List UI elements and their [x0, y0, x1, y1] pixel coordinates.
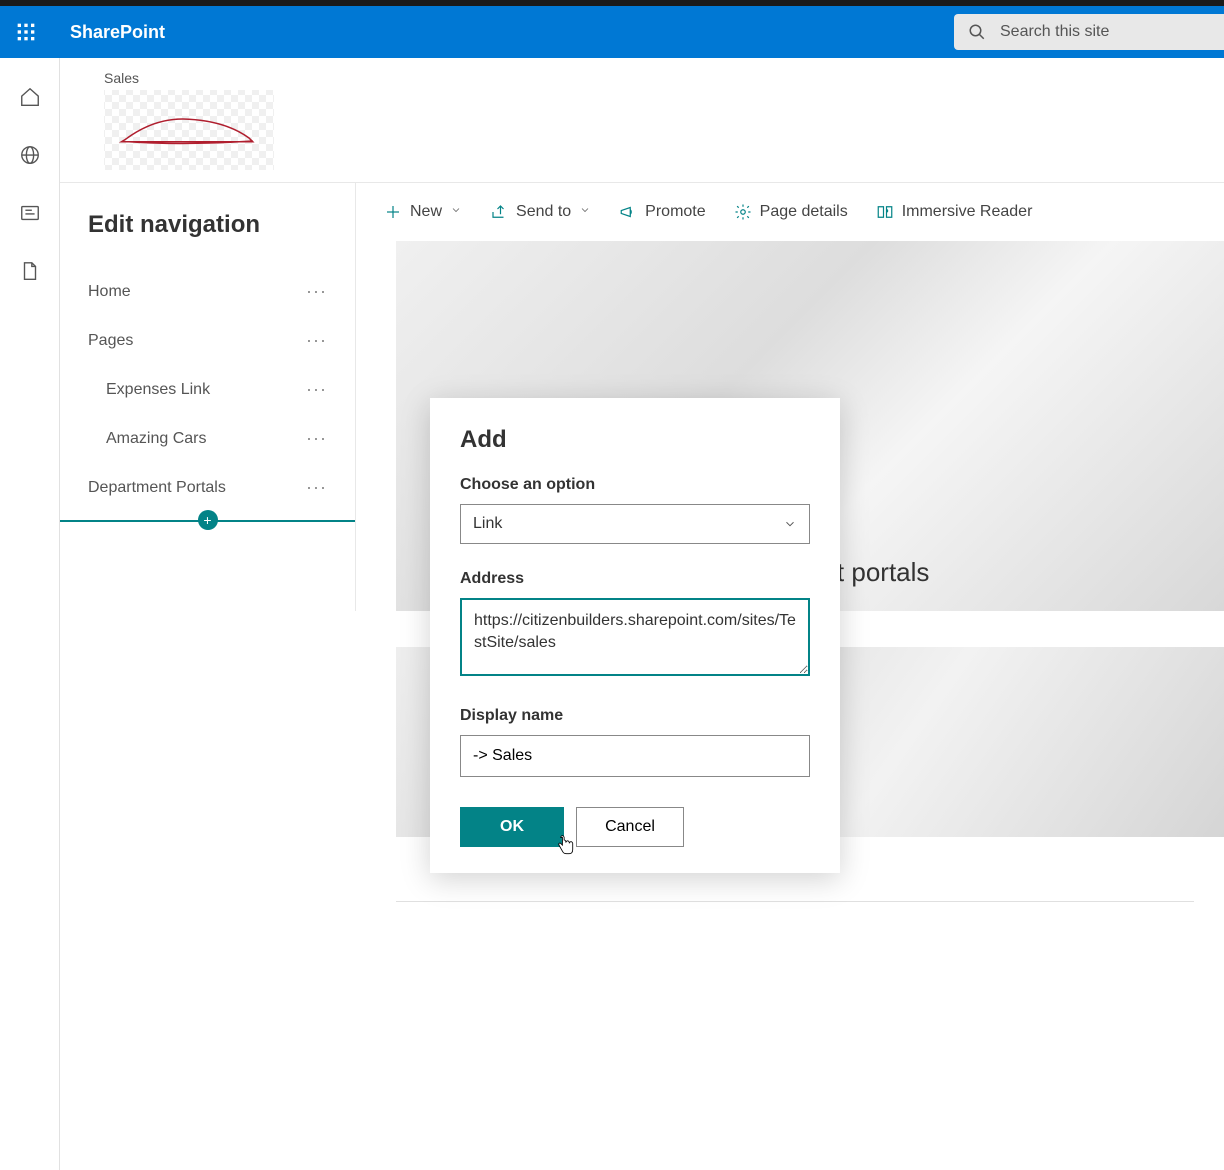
nav-item-home[interactable]: Home ··· [88, 267, 327, 316]
cmd-label: Send to [516, 203, 571, 221]
chevron-down-icon [579, 204, 591, 216]
nav-item-label: Home [88, 283, 131, 301]
promote-button[interactable]: Promote [619, 203, 705, 221]
globe-icon [19, 144, 41, 166]
command-bar: New Send to Promote Page details [356, 183, 1224, 241]
nav-item-label: Pages [88, 332, 133, 350]
search-icon [968, 23, 986, 41]
cmd-label: Immersive Reader [902, 203, 1033, 221]
plus-icon: + [198, 510, 218, 530]
new-button[interactable]: New [384, 203, 462, 221]
more-icon[interactable]: ··· [306, 330, 327, 351]
app-name: SharePoint [70, 22, 165, 43]
cmd-label: Promote [645, 203, 705, 221]
rail-global-button[interactable] [19, 144, 41, 166]
app-rail [0, 58, 60, 1170]
add-link-dialog: Add Choose an option Link Address Displa… [430, 398, 840, 873]
send-to-button[interactable]: Send to [490, 203, 591, 221]
rail-files-button[interactable] [19, 260, 41, 282]
plus-icon [384, 203, 402, 221]
option-label: Choose an option [460, 476, 810, 494]
file-icon [19, 260, 41, 282]
option-value: Link [473, 515, 502, 533]
more-icon[interactable]: ··· [306, 477, 327, 498]
more-icon[interactable]: ··· [306, 281, 327, 302]
more-icon[interactable]: ··· [306, 379, 327, 400]
dialog-title: Add [460, 426, 810, 454]
address-label: Address [460, 570, 810, 588]
suite-bar: SharePoint Search this site [0, 6, 1224, 58]
news-icon [19, 202, 41, 224]
nav-item-label: Amazing Cars [106, 430, 206, 448]
cmd-label: New [410, 203, 442, 221]
edit-navigation-panel: Edit navigation Home ··· Pages ··· Expen… [60, 183, 356, 611]
site-title: Sales [104, 70, 1224, 86]
site-logo[interactable] [104, 90, 274, 170]
nav-item-department-portals[interactable]: Department Portals ··· [88, 463, 327, 512]
site-header: Sales [60, 58, 1224, 183]
nav-item-label: Department Portals [88, 479, 226, 497]
cursor-icon [554, 834, 576, 863]
cmd-label: Page details [760, 203, 848, 221]
rail-news-button[interactable] [19, 202, 41, 224]
option-select[interactable]: Link [460, 504, 810, 544]
nav-item-amazing-cars[interactable]: Amazing Cars ··· [88, 414, 327, 463]
ok-button[interactable]: OK [460, 807, 564, 847]
car-logo-icon [114, 108, 264, 153]
divider [396, 901, 1194, 902]
immersive-reader-button[interactable]: Immersive Reader [876, 203, 1033, 221]
chevron-down-icon [783, 517, 797, 531]
reader-icon [876, 203, 894, 221]
app-launcher-button[interactable] [0, 6, 52, 58]
page-details-button[interactable]: Page details [734, 203, 848, 221]
search-box[interactable]: Search this site [954, 14, 1224, 50]
rail-home-button[interactable] [19, 86, 41, 108]
more-icon[interactable]: ··· [306, 428, 327, 449]
display-name-input[interactable] [460, 735, 810, 777]
nav-item-label: Expenses Link [106, 381, 210, 399]
address-input[interactable] [460, 598, 810, 676]
gear-icon [734, 203, 752, 221]
waffle-icon [16, 22, 36, 42]
display-name-label: Display name [460, 707, 810, 725]
nav-item-pages[interactable]: Pages ··· [88, 316, 327, 365]
cancel-button[interactable]: Cancel [576, 807, 684, 847]
nav-insert-indicator[interactable]: + [60, 520, 355, 522]
chevron-down-icon [450, 204, 462, 216]
search-placeholder: Search this site [1000, 23, 1109, 41]
share-icon [490, 203, 508, 221]
megaphone-icon [619, 203, 637, 221]
home-icon [19, 86, 41, 108]
edit-navigation-title: Edit navigation [88, 211, 327, 239]
nav-item-expenses-link[interactable]: Expenses Link ··· [88, 365, 327, 414]
